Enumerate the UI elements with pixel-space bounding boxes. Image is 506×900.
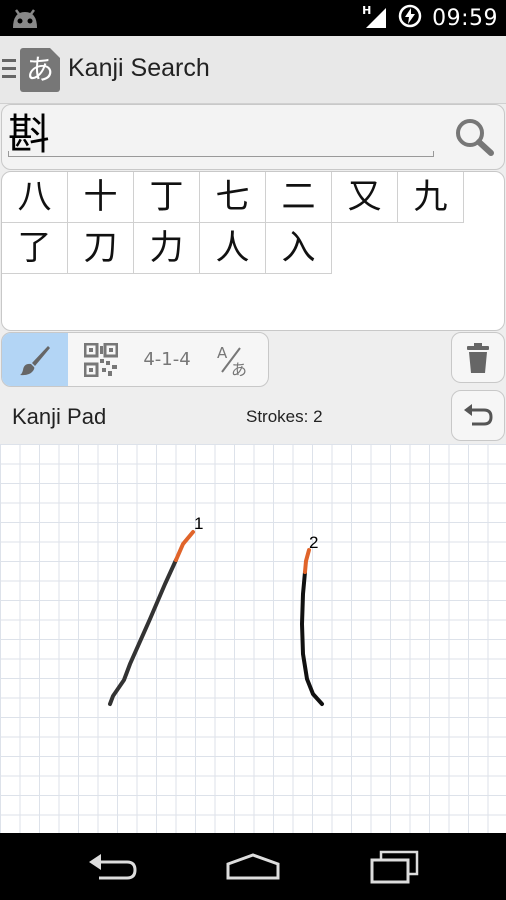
kanji-result-cell[interactable]: 十 — [68, 172, 134, 223]
results-grid: 八十丁七二又九了刀力人入 — [2, 172, 464, 274]
battery-charging-icon — [398, 4, 422, 32]
status-bar: H 09:59 — [0, 0, 506, 36]
navigation-bar — [0, 833, 506, 900]
back-button[interactable] — [82, 845, 142, 889]
mode-brush[interactable] — [2, 333, 68, 386]
kanji-pad-label: Kanji Pad — [12, 404, 107, 429]
main-content: 斟 八十丁七二又九了刀力人入 4-1-4 A あ Kanji Pad Strok… — [0, 104, 506, 833]
brush-icon — [20, 345, 50, 375]
svg-text:A: A — [217, 344, 228, 362]
back-icon — [89, 854, 137, 880]
qr-code-icon — [84, 342, 118, 377]
app-title: Kanji Search — [68, 54, 210, 82]
kanji-result-cell[interactable]: 二 — [266, 172, 332, 223]
romaji-kana-icon: A あ — [217, 344, 247, 378]
trash-icon — [467, 342, 489, 373]
search-box: 斟 — [1, 104, 505, 170]
mode-skip-code[interactable]: 4-1-4 — [134, 333, 200, 386]
home-button[interactable] — [223, 845, 283, 889]
search-icon — [456, 119, 494, 156]
mode-romaji-kana[interactable]: A あ — [200, 333, 266, 386]
stroke-count: Strokes: 2 — [246, 407, 323, 427]
recent-apps-button[interactable] — [364, 845, 424, 889]
search-underline — [8, 151, 434, 157]
input-mode-bar: 4-1-4 A あ — [1, 332, 269, 387]
kanji-result-cell[interactable]: 入 — [266, 223, 332, 274]
undo-icon — [464, 403, 493, 425]
kanji-result-cell[interactable]: 八 — [2, 172, 68, 223]
kanji-results: 八十丁七二又九了刀力人入 — [1, 171, 505, 331]
action-bar: あ Kanji Search — [0, 36, 506, 104]
search-input[interactable]: 斟 — [8, 109, 50, 161]
kanji-result-cell[interactable]: 又 — [332, 172, 398, 223]
stroke-count-text: Strokes: 2 — [246, 407, 323, 426]
stroke-2-start — [303, 548, 311, 574]
stroke-1 — [108, 558, 178, 706]
skip-code-label: 4-1-4 — [143, 349, 191, 370]
clock: 09:59 — [432, 5, 498, 31]
home-icon — [226, 853, 280, 880]
strokes-canvas — [108, 530, 324, 706]
app-icon[interactable]: あ — [20, 48, 60, 92]
signal-icon: H — [362, 4, 388, 30]
stroke-number: 2 — [309, 533, 319, 552]
android-icon — [10, 6, 40, 34]
kanji-result-cell[interactable]: 了 — [2, 223, 68, 274]
kanji-result-cell[interactable]: 力 — [134, 223, 200, 274]
kanji-result-cell[interactable]: 刀 — [68, 223, 134, 274]
search-button[interactable] — [452, 115, 496, 159]
clear-pad-button[interactable] — [451, 332, 505, 383]
stroke-1-start — [174, 530, 195, 562]
kanji-result-cell[interactable]: 七 — [200, 172, 266, 223]
mode-qr-code[interactable] — [68, 333, 134, 386]
stroke-number: 1 — [194, 514, 204, 533]
drawer-menu-icon[interactable] — [2, 59, 16, 83]
kanji-result-cell[interactable]: 九 — [398, 172, 464, 223]
undo-stroke-button[interactable] — [451, 390, 505, 441]
drawing-pad[interactable]: 1 2 — [0, 444, 506, 833]
svg-text:あ: あ — [231, 360, 247, 378]
recent-apps-icon — [370, 850, 419, 884]
kanji-result-cell[interactable]: 人 — [200, 223, 266, 274]
kanji-result-cell[interactable]: 丁 — [134, 172, 200, 223]
stroke-2 — [299, 570, 324, 706]
